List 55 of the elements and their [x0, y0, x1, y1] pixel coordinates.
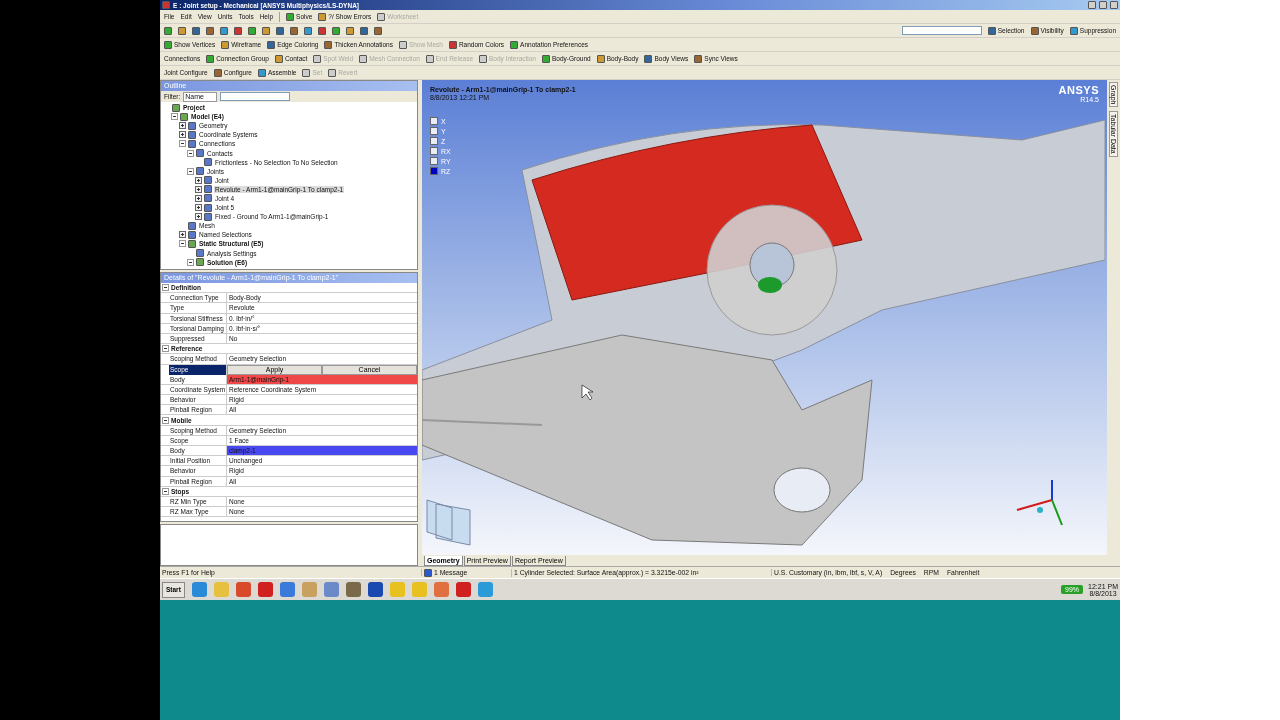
expand-toggle[interactable] [195, 185, 202, 193]
toolbar-icon [694, 54, 703, 63]
collapse-toggle[interactable] [162, 487, 169, 495]
toolbar-icon [398, 40, 407, 49]
toolbar-icon [510, 40, 519, 49]
expand-toggle[interactable] [179, 140, 186, 148]
taskbar-app-icon[interactable] [367, 582, 383, 597]
toolbar-icon [359, 54, 368, 63]
expand-toggle[interactable] [171, 113, 178, 121]
toolbar-icon [596, 54, 605, 63]
expand-toggle[interactable] [195, 195, 202, 202]
toolbar-icon [448, 40, 457, 49]
coordinate-triad-icon [1016, 479, 1063, 526]
mouse-cursor-icon [581, 384, 594, 401]
expand-toggle[interactable] [195, 213, 202, 221]
minimize-icon[interactable] [1088, 1, 1096, 9]
taskbar-app-icon[interactable] [279, 582, 295, 597]
collapse-toggle[interactable] [162, 284, 169, 292]
expand-toggle[interactable] [179, 231, 186, 239]
dof-checkbox[interactable] [430, 147, 438, 155]
expand-toggle[interactable] [195, 204, 202, 212]
expand-toggle[interactable] [187, 167, 194, 175]
taskbar-app-icon[interactable] [191, 582, 207, 597]
expand-toggle[interactable] [179, 122, 186, 130]
info-icon [424, 568, 432, 577]
dof-checkbox[interactable] [430, 167, 438, 175]
toolbar-icon [1069, 26, 1078, 35]
taskbar-app-icon[interactable] [345, 582, 361, 597]
dof-checkbox[interactable] [430, 137, 438, 145]
toolbar-icon [987, 26, 996, 35]
toolbar-icon [1030, 26, 1039, 35]
toolbar-icon [542, 54, 550, 63]
expand-toggle[interactable] [179, 131, 186, 139]
collapse-toggle[interactable] [162, 416, 169, 424]
logo-text: ANSYS [1058, 84, 1099, 96]
maximize-icon[interactable] [1099, 1, 1107, 9]
expand-toggle[interactable] [179, 240, 186, 248]
close-icon[interactable] [1110, 1, 1118, 9]
taskbar-app-icon[interactable] [455, 582, 471, 597]
toolbar-icon [425, 54, 434, 63]
filter-field[interactable] [220, 92, 291, 101]
app-icon [162, 1, 170, 9]
expand-toggle[interactable] [187, 149, 194, 157]
expand-toggle[interactable] [195, 176, 202, 184]
taskbar-app-icon[interactable] [257, 582, 273, 597]
collapse-toggle[interactable] [162, 345, 169, 353]
expand-toggle[interactable] [187, 258, 194, 266]
dof-checkbox[interactable] [430, 117, 438, 125]
toolbar-icon [644, 54, 653, 63]
dropdown-field[interactable] [901, 26, 982, 35]
dof-checkbox[interactable] [430, 127, 438, 135]
view-cube-icon [426, 499, 471, 546]
taskbar-app-icon[interactable] [235, 582, 251, 597]
dof-checkbox[interactable] [430, 157, 438, 165]
toolbar-icon [479, 54, 487, 63]
